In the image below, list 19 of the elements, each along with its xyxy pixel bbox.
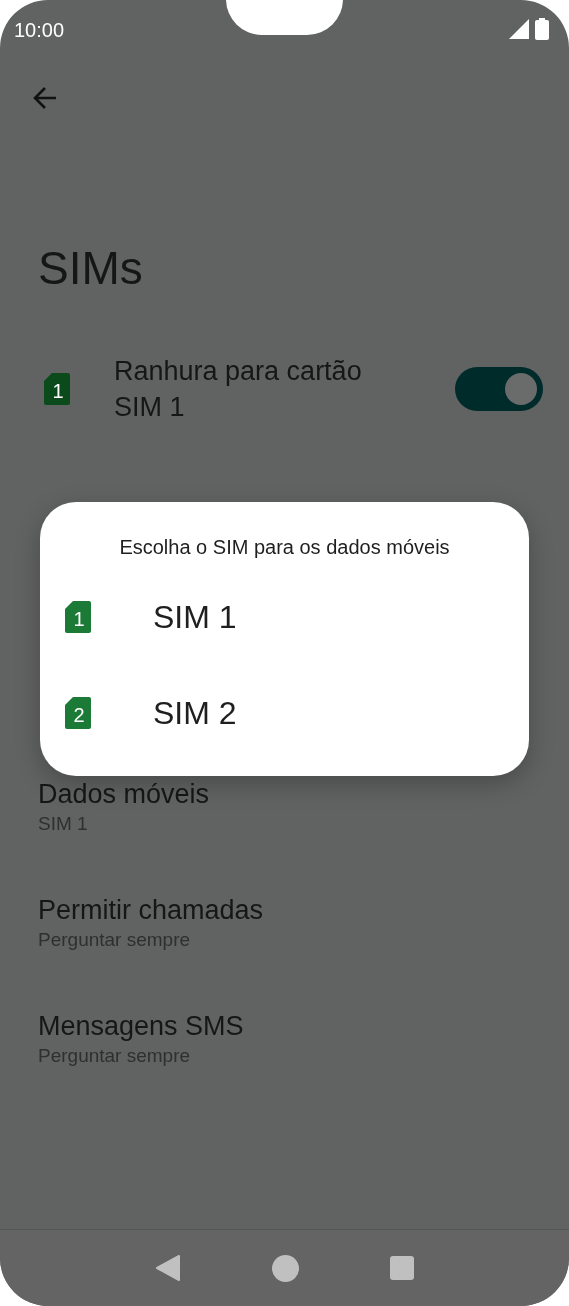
sim-card-icon: 1 — [44, 373, 70, 405]
setting-title[interactable]: Dados móveis — [38, 777, 210, 811]
page-title: SIMs — [38, 241, 144, 295]
setting-title[interactable]: Permitir chamadas — [38, 893, 264, 927]
setting-title[interactable]: Mensagens SMS — [38, 1009, 244, 1043]
sim-card-icon: 1 — [65, 601, 91, 633]
sim-option[interactable]: 2 SIM 2 — [40, 665, 529, 761]
toggle-switch[interactable] — [455, 367, 543, 411]
sim-card-icon: 2 — [65, 697, 91, 729]
recents-nav-button[interactable] — [389, 1256, 414, 1280]
back-arrow-icon — [32, 85, 58, 111]
home-nav-button[interactable] — [272, 1254, 299, 1282]
signal-icon — [509, 19, 529, 39]
battery-icon — [535, 18, 549, 40]
dialog-title: Escolha o SIM para os dados móveis — [119, 536, 450, 559]
sim-slot-title: Ranhura para cartão SIM 1 — [114, 355, 363, 424]
status-time: 10:00 — [14, 17, 65, 42]
sim-option[interactable]: 1 SIM 1 — [40, 569, 529, 665]
back-nav-button[interactable] — [155, 1254, 182, 1282]
